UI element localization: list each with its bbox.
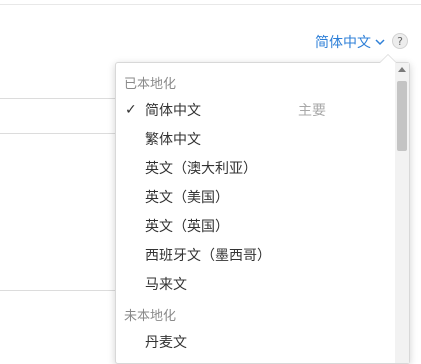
group-unlocalized-heading: 未本地化 [124, 309, 177, 324]
chevron-down-icon [375, 39, 385, 46]
group-localized-heading: 已本地化 [124, 77, 177, 92]
language-option-label: 英文（澳大利亚） [145, 160, 257, 177]
top-divider [0, 4, 421, 5]
language-option-label: 简体中文 [145, 102, 201, 119]
background-input-field[interactable] [0, 98, 115, 134]
scrollbar-thumb[interactable] [397, 81, 407, 151]
language-option-label: 丹麦文 [145, 334, 187, 351]
language-option-label: 繁体中文 [145, 131, 201, 148]
language-option-en-gb[interactable]: 英文（英国） [116, 211, 386, 240]
language-option-label: 英文（美国） [145, 189, 229, 206]
language-option-zh-hant[interactable]: 繁体中文 [116, 124, 386, 153]
help-icon[interactable]: ? [392, 33, 408, 49]
language-option-label: 马来文 [145, 276, 187, 293]
primary-tag: 主要 [298, 102, 326, 119]
language-option-es-mx[interactable]: 西班牙文（墨西哥） [116, 240, 386, 269]
dropdown-scrollbar[interactable] [395, 63, 409, 363]
checkmark-icon: ✓ [125, 101, 137, 118]
language-option-en-us[interactable]: 英文（美国） [116, 182, 386, 211]
help-label: ? [397, 34, 403, 48]
scroll-up-arrow-icon[interactable] [398, 67, 406, 72]
language-dropdown: 已本地化 ✓ 简体中文 主要 繁体中文 英文（澳大利亚） 英文（美国） 英文（英… [115, 54, 410, 364]
language-option-zh-hans[interactable]: ✓ 简体中文 主要 [116, 95, 386, 124]
background-divider [0, 290, 115, 291]
language-switch-label: 简体中文 [315, 35, 371, 51]
language-option-ms[interactable]: 马来文 [116, 269, 386, 298]
language-switch-button[interactable]: 简体中文 [315, 32, 385, 52]
language-option-label: 英文（英国） [145, 218, 229, 235]
language-option-label: 西班牙文（墨西哥） [145, 247, 271, 264]
dropdown-caret-fill [380, 55, 396, 63]
language-option-en-au[interactable]: 英文（澳大利亚） [116, 153, 386, 182]
